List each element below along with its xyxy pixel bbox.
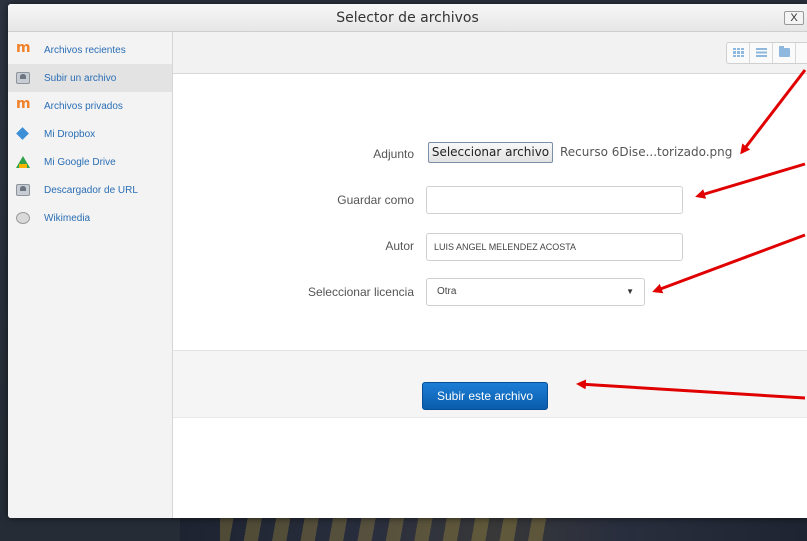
license-select[interactable]: Otra ▼ [426,278,645,306]
dialog-title: Selector de archivos [336,10,479,26]
sidebar-item-upload-file[interactable]: Subir un archivo [8,64,172,92]
chevron-down-icon: ▼ [626,287,634,296]
sidebar-item-google-drive[interactable]: Mi Google Drive [8,148,172,176]
grid-view-icon [733,48,744,57]
chosen-file-name: Recurso 6Dise...torizado.png [560,145,733,159]
author-label: Autor [385,239,414,253]
choose-file-button[interactable]: Seleccionar archivo [428,142,553,163]
sidebar-item-label: Mi Google Drive [44,156,116,168]
view-switcher [726,42,807,64]
dialog-titlebar: Selector de archivos X [8,4,807,32]
sidebar-item-label: Subir un archivo [44,72,117,84]
license-selected-value: Otra [437,286,457,297]
file-picker-dialog: Selector de archivos X Archivos reciente… [8,4,807,518]
moodle-icon [16,96,31,112]
google-drive-icon [16,156,30,168]
repository-sidebar: Archivos recientes Subir un archivo Arch… [8,32,173,518]
folder-view-button[interactable] [773,43,796,63]
sidebar-item-label: Mi Dropbox [44,128,96,140]
attachment-label: Adjunto [373,147,414,161]
url-downloader-icon [16,184,30,196]
grid-view-button[interactable] [727,43,750,63]
list-view-button[interactable] [750,43,773,63]
close-button[interactable]: X [784,11,804,25]
sidebar-item-label: Descargador de URL [44,184,138,196]
dropbox-icon [16,128,30,140]
save-as-input[interactable] [426,186,683,214]
author-input[interactable]: LUIS ANGEL MELENDEZ ACOSTA [426,233,683,261]
moodle-icon [16,40,31,56]
list-view-icon [756,48,767,57]
sidebar-item-private-files[interactable]: Archivos privados [8,92,172,120]
upload-panel: Adjunto Seleccionar archivo Recurso 6Dis… [173,32,807,518]
wikimedia-icon [16,212,30,224]
sidebar-item-wikimedia[interactable]: Wikimedia [8,204,172,232]
save-as-label: Guardar como [337,193,414,207]
sidebar-item-label: Archivos privados [44,100,123,112]
license-label: Seleccionar licencia [307,285,414,299]
sidebar-item-label: Archivos recientes [44,44,126,56]
folder-view-icon [779,46,790,57]
upload-file-button[interactable]: Subir este archivo [422,382,548,410]
sidebar-item-dropbox[interactable]: Mi Dropbox [8,120,172,148]
view-toolbar [173,32,807,74]
dialog-footer: Subir este archivo [173,350,807,418]
sidebar-item-url-downloader[interactable]: Descargador de URL [8,176,172,204]
upload-icon [16,72,30,84]
sidebar-item-recent-files[interactable]: Archivos recientes [8,36,172,64]
sidebar-item-label: Wikimedia [44,212,91,224]
